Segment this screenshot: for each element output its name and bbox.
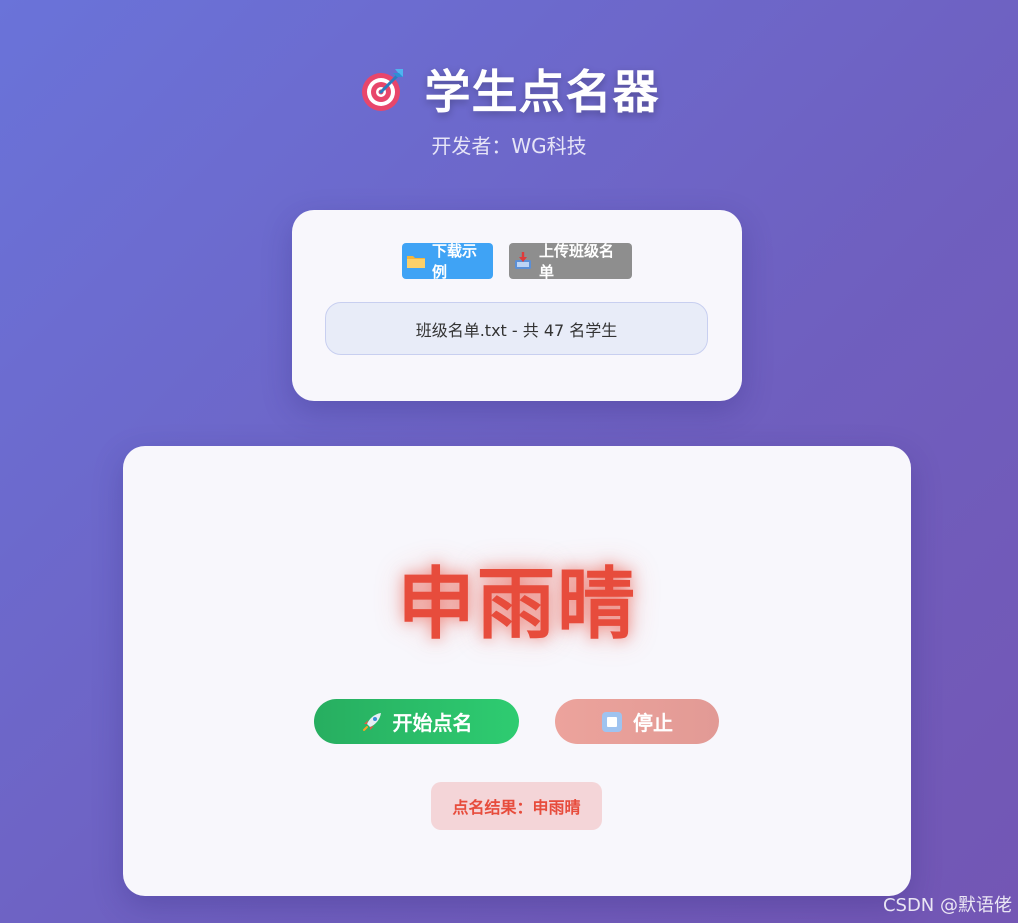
page-header: 学生点名器 开发者：WG科技 xyxy=(0,56,1018,159)
class-list-panel: 下载示例 上传班级名单 班级名单.txt - 共 47 名学生 xyxy=(292,210,742,401)
target-icon xyxy=(361,69,403,111)
title-row: 学生点名器 xyxy=(0,56,1018,122)
roll-call-result: 点名结果：申雨晴 xyxy=(431,782,602,830)
watermark: CSDN @默语佬 xyxy=(882,895,1012,916)
file-actions: 下载示例 上传班级名单 xyxy=(292,242,742,281)
rocket-icon xyxy=(362,712,381,731)
roll-call-panel: 申雨晴 开始点名 停止 点名结果：申雨晴 xyxy=(123,446,911,896)
start-roll-call-button[interactable]: 开始点名 xyxy=(314,699,519,744)
download-example-label: 下载示例 xyxy=(432,242,478,281)
file-status: 班级名单.txt - 共 47 名学生 xyxy=(325,302,708,355)
roll-call-actions: 开始点名 停止 xyxy=(123,699,911,744)
current-student-name: 申雨晴 xyxy=(396,560,637,650)
download-example-button[interactable]: 下载示例 xyxy=(402,242,493,281)
stop-label: 停止 xyxy=(633,711,673,735)
page-title: 学生点名器 xyxy=(424,65,660,119)
stop-button[interactable]: 停止 xyxy=(555,699,719,744)
upload-class-list-button[interactable]: 上传班级名单 xyxy=(509,242,632,281)
stop-icon xyxy=(602,711,622,732)
inbox-tray-icon xyxy=(515,252,531,269)
developer-subtitle: 开发者：WG科技 xyxy=(431,134,587,158)
start-roll-call-label: 开始点名 xyxy=(392,711,473,735)
upload-class-list-label: 上传班级名单 xyxy=(539,242,615,281)
folder-icon xyxy=(407,256,425,268)
